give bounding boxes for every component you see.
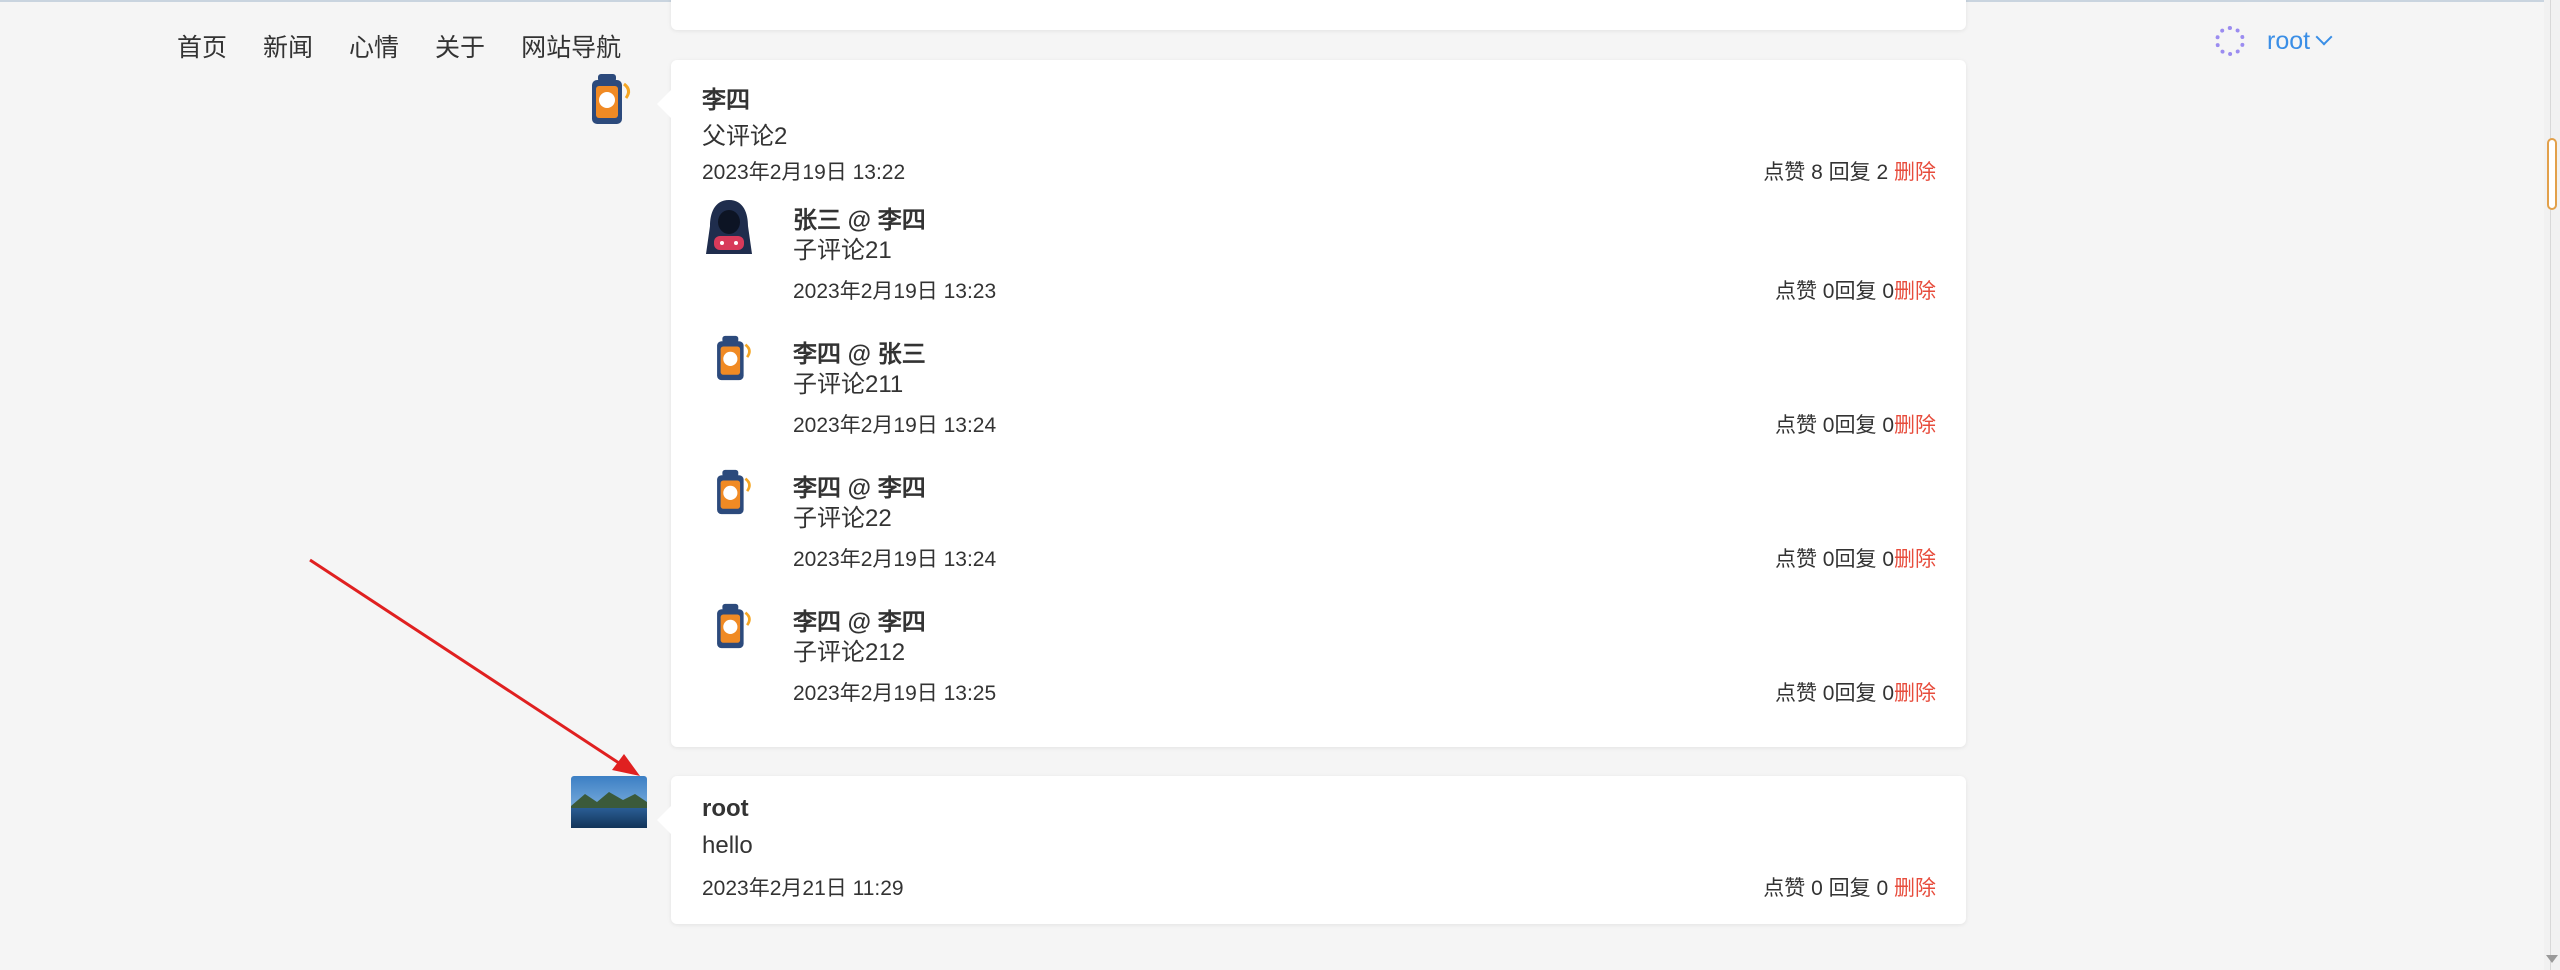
- annotation-arrow: [309, 558, 640, 776]
- scrollbar-thumb[interactable]: [2547, 138, 2557, 210]
- scroll-down-icon[interactable]: [2546, 955, 2558, 963]
